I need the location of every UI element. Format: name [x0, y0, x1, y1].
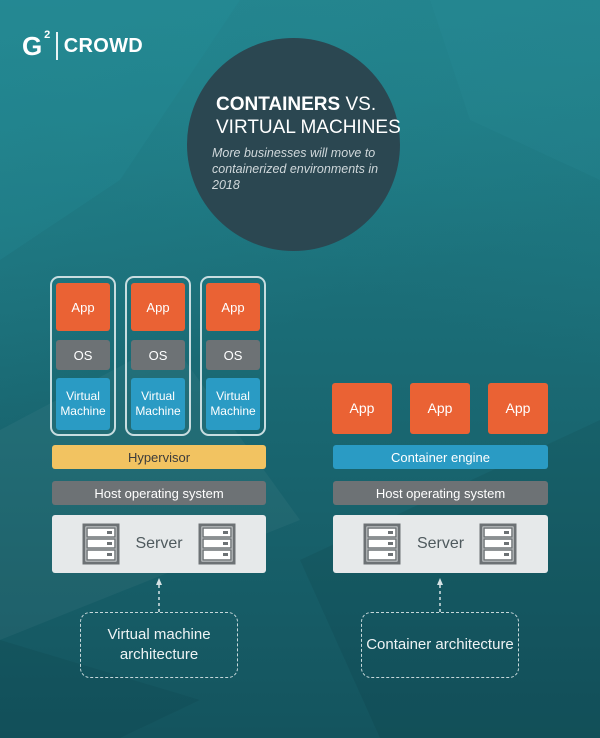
app-block: App [410, 383, 470, 434]
title-bold: CONTAINERS [216, 94, 341, 115]
title-line2: VIRTUAL MACHINES [216, 117, 401, 138]
app-block: App [131, 283, 185, 331]
container-architecture-label: Container architecture [361, 612, 519, 678]
logo-divider [56, 32, 58, 60]
server-rack-icon [479, 523, 517, 565]
app-block: App [488, 383, 548, 434]
host-os-layer: Host operating system [333, 481, 548, 505]
os-block: OS [56, 340, 110, 370]
app-block: App [56, 283, 110, 331]
virtual-machine-block: Virtual Machine [131, 378, 185, 430]
virtual-machine-block: Virtual Machine [56, 378, 110, 430]
logo-mark: G2 [22, 29, 51, 61]
virtual-machine-block: Virtual Machine [206, 378, 260, 430]
server-rack-icon [198, 523, 236, 565]
app-block: App [332, 383, 392, 434]
hypervisor-layer: Hypervisor [52, 445, 266, 469]
vm-column: App OS Virtual Machine [50, 276, 116, 436]
g2-crowd-logo: G2 CROWD [22, 30, 143, 62]
server-layer: Server [52, 515, 266, 573]
container-engine-layer: Container engine [333, 445, 548, 469]
app-block: App [206, 283, 260, 331]
title-vs: VS. [340, 94, 377, 115]
os-block: OS [206, 340, 260, 370]
host-os-layer: Host operating system [52, 481, 266, 505]
page-title: CONTAINERS VS. VIRTUAL MACHINES [216, 93, 401, 139]
os-block: OS [131, 340, 185, 370]
vm-column: App OS Virtual Machine [200, 276, 266, 436]
vm-column: App OS Virtual Machine [125, 276, 191, 436]
server-layer: Server [333, 515, 548, 573]
vm-architecture-label: Virtual machine architecture [80, 612, 238, 678]
logo-text: CROWD [63, 34, 143, 57]
subtitle: More businesses will move to containeriz… [212, 146, 379, 192]
